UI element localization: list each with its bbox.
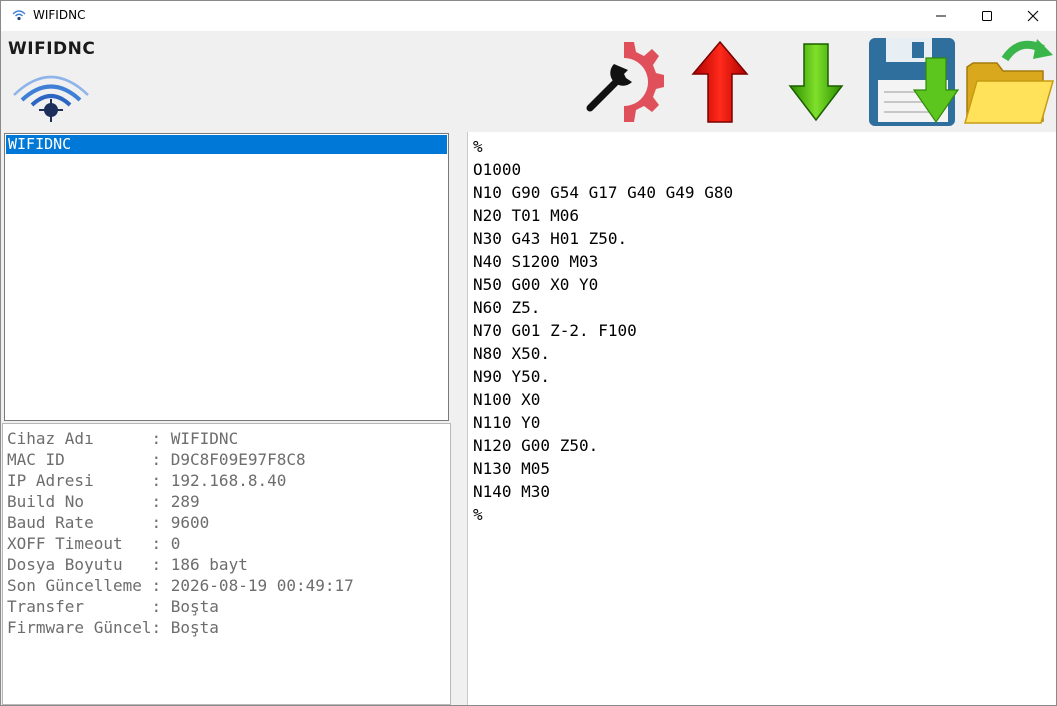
info-value: 289 [170,492,200,511]
save-button[interactable] [865,31,961,132]
code-line: N80 X50. [473,344,551,363]
code-line: % [473,137,483,156]
code-line: N110 Y0 [473,413,541,432]
info-value: D9C8F09E97F8C8 [170,450,306,469]
info-row-firmware-update: Firmware Güncel: Boşta [7,618,219,637]
app-window: WIFIDNC WIFIDNC WIFIDNC Cihaz Adı: WIFI… [0,0,1057,706]
red-up-arrow-icon [691,40,749,123]
info-label: Firmware Güncel [7,618,152,637]
info-row-last-update: Son Güncelleme : 2026-08-19 00:49:17 [7,576,354,595]
close-icon [1027,10,1039,22]
device-list[interactable]: WIFIDNC [4,133,449,421]
code-line: N130 M05 [473,459,551,478]
code-line: N60 Z5. [473,298,541,317]
floppy-save-icon [869,37,960,126]
info-row-xoff-timeout: XOFF Timeout : 0 [7,534,181,553]
code-line: N70 G01 Z-2. F100 [473,321,637,340]
code-line: N30 G43 H01 Z50. [473,229,628,248]
splitter[interactable] [451,132,467,705]
info-row-build-no: Build No : 289 [7,492,200,511]
close-button[interactable] [1010,1,1056,31]
code-line: N50 G00 X0 Y0 [473,275,599,294]
info-row-transfer: Transfer : Boşta [7,597,219,616]
window-title: WIFIDNC [33,8,86,22]
info-row-file-size: Dosya Boyutu : 186 bayt [7,555,248,574]
code-line: N10 G90 G54 G17 G40 G49 G80 [473,183,734,202]
info-value: 9600 [170,513,210,532]
device-list-item[interactable]: WIFIDNC [6,135,447,154]
wifi-app-icon [12,10,26,21]
info-row-mac-id: MAC ID : D9C8F09E97F8C8 [7,450,306,469]
download-button[interactable] [785,31,847,132]
info-label: IP Adresi [7,471,152,490]
wifi-logo-icon [13,75,89,122]
info-value: 0 [170,534,181,553]
info-label: Build No [7,492,152,511]
code-line: O1000 [473,160,522,179]
info-value: Boşta [170,618,219,637]
minimize-icon [936,15,946,17]
info-label: MAC ID [7,450,152,469]
wrench-gear-icon [586,41,664,122]
code-line: N20 T01 M06 [473,206,579,225]
device-info-panel: Cihaz Adı : WIFIDNC MAC ID : D9C8F09E97F… [2,423,451,705]
code-line: N100 X0 [473,390,541,409]
info-label: Son Güncelleme [7,576,152,595]
toolbar: WIFIDNC [1,31,1056,132]
info-value: Boşta [170,597,219,616]
info-value: 186 bayt [170,555,248,574]
code-line: N120 G00 Z50. [473,436,599,455]
info-value: WIFIDNC [170,429,239,448]
info-row-device-name: Cihaz Adı : WIFIDNC [7,429,239,448]
code-line: % [473,505,483,524]
info-label: Dosya Boyutu [7,555,152,574]
green-down-arrow-icon [788,42,844,121]
info-row-baud-rate: Baud Rate : 9600 [7,513,210,532]
code-line: N140 M30 [473,482,551,501]
gcode-editor[interactable]: % O1000 N10 G90 G54 G17 G40 G49 G80 N20 … [467,132,1056,705]
info-label: Cihaz Adı [7,429,152,448]
open-folder-icon [964,38,1054,124]
upload-button[interactable] [689,31,751,132]
code-line: N90 Y50. [473,367,551,386]
info-label: XOFF Timeout [7,534,152,553]
info-value: 2026-08-19 00:49:17 [170,576,354,595]
maximize-icon [982,11,992,21]
info-label: Transfer [7,597,152,616]
maximize-button[interactable] [964,1,1010,31]
info-row-ip-address: IP Adresi : 192.168.8.40 [7,471,287,490]
minimize-button[interactable] [918,1,964,31]
brand-label: WIFIDNC [8,39,96,59]
info-value: 192.168.8.40 [170,471,287,490]
info-label: Baud Rate [7,513,152,532]
code-line: N40 S1200 M03 [473,252,599,271]
settings-button[interactable] [583,31,665,132]
title-bar[interactable]: WIFIDNC [1,1,1056,31]
open-button[interactable] [963,31,1055,132]
